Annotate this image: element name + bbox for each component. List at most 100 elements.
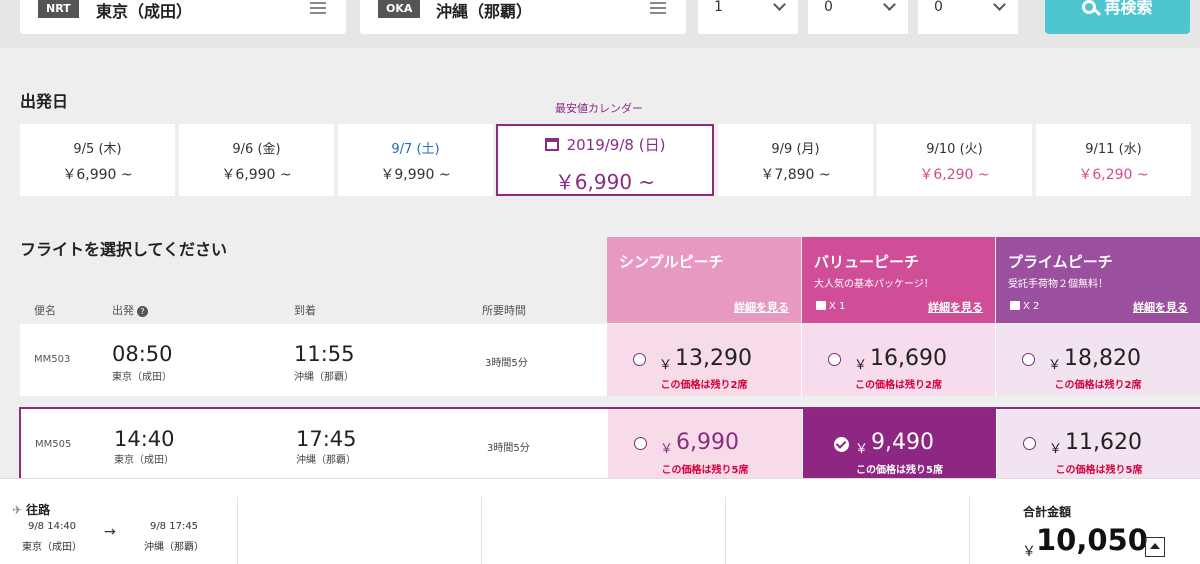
lowest-fare-calendar-link[interactable]: 最安値カレンダー <box>555 100 643 116</box>
price-amount: 9,490 <box>871 430 934 455</box>
flight-select-title: フライトを選択してください <box>20 240 228 259</box>
date-card-9-11[interactable]: 9/11 (水) ￥6,290 ~ <box>1036 124 1191 196</box>
bag-count: X 1 <box>829 301 846 312</box>
price-currency: ￥ <box>659 358 673 373</box>
booking-summary-bar: ✈ 往路 9/8 14:40 東京（成田） → 9/8 17:45 沖縄（那覇） … <box>0 478 1200 564</box>
price-amount: 13,290 <box>675 346 752 371</box>
origin-selector[interactable]: NRT 東京（成田） <box>20 0 346 34</box>
seats-remaining: この価格は残り2席 <box>855 380 942 391</box>
flight-row-selected: MM505 14:40 東京（成田） 17:45 沖縄（那覇） 3時間5分 ￥ … <box>19 407 1200 487</box>
price-currency: ￥ <box>660 442 674 457</box>
luggage-icon <box>1010 301 1020 310</box>
bag-count: X 2 <box>1023 301 1040 312</box>
summary-slot <box>238 497 482 564</box>
seats-remaining: この価格は残り2席 <box>1054 380 1142 391</box>
re-search-label: 再検索 <box>1104 0 1153 17</box>
destination-code: OKA <box>378 0 421 18</box>
seats-remaining: この価格は残り5席 <box>1055 465 1143 476</box>
flight-duration: 3時間5分 <box>485 358 528 369</box>
list-icon[interactable] <box>310 2 326 14</box>
fare-subtitle: 大人気の基本パッケージ！ <box>814 279 934 290</box>
date-label: 9/9 (月) <box>771 142 820 157</box>
flight-duration: 3時間5分 <box>487 443 530 454</box>
departure-time: 14:40 <box>114 427 175 451</box>
col-departure-label: 出発 <box>112 304 134 317</box>
search-bar: NRT 東京（成田） OKA 沖縄（那覇） 1 0 0 再検索 <box>0 0 1200 48</box>
child-count-select[interactable]: 0 <box>808 0 908 34</box>
fare-radio[interactable] <box>1022 353 1035 366</box>
summary-departure: 9/8 14:40 東京（成田） <box>20 521 84 553</box>
arrival-time: 17:45 <box>296 427 357 451</box>
date-price: ￥6,990 ~ <box>62 167 133 183</box>
summary-arr-airport: 沖縄（那覇） <box>144 542 204 553</box>
price-currency: ￥ <box>1048 358 1062 373</box>
fare-subtitle: 受託手荷物２個無料！ <box>1008 279 1108 290</box>
chevron-down-icon <box>993 0 1006 11</box>
outbound-label: ✈ 往路 <box>12 501 50 518</box>
date-price: ￥6,990 ~ <box>221 167 292 183</box>
date-card-9-5[interactable]: 9/5 (木) ￥6,990 ~ <box>20 124 175 196</box>
arrival-airport: 沖縄（那覇） <box>296 455 356 466</box>
total-amount: 10,050 <box>1036 523 1148 557</box>
fare-header-simple: シンプルピーチ 詳細を見る <box>607 237 801 323</box>
seats-remaining: この価格は残り5席 <box>661 465 749 476</box>
fare-detail-link[interactable]: 詳細を見る <box>1133 299 1188 315</box>
fare-header-prime: プライムピーチ 受託手荷物２個無料！ X 2 詳細を見る <box>996 237 1200 323</box>
date-card-9-7[interactable]: 9/7 (土) ￥9,990 ~ <box>338 124 493 196</box>
date-price: ￥9,990 ~ <box>380 167 451 183</box>
adult-count-value: 1 <box>714 0 723 15</box>
fare-radio[interactable] <box>1023 437 1036 450</box>
fare-name: シンプルピーチ <box>619 253 724 271</box>
fare-option-value-selected[interactable]: ￥ 9,490 この価格は残り5席 <box>803 409 996 487</box>
departure-title: 出発日 <box>20 92 69 111</box>
date-label: 2019/9/8 (日) <box>566 136 666 154</box>
summary-slot <box>482 497 726 564</box>
summary-dep-airport: 東京（成田） <box>22 542 82 553</box>
date-price: ￥7,890 ~ <box>760 167 831 183</box>
col-departure: 出発? <box>112 302 148 318</box>
col-flight-no: 便名 <box>34 304 56 317</box>
date-label: 9/7 (土) <box>391 142 440 157</box>
departure-time: 08:50 <box>112 342 173 366</box>
price-amount: 16,690 <box>870 346 947 371</box>
origin-city: 東京（成田） <box>96 2 193 21</box>
summary-arr-time: 9/8 17:45 <box>149 521 199 532</box>
date-card-selected[interactable]: 2019/9/8 (日) ￥6,990 ~ <box>496 124 714 196</box>
child-count-value: 0 <box>824 0 833 15</box>
luggage-icon <box>816 301 826 310</box>
fare-option-simple[interactable]: ￥ 6,990 この価格は残り5席 <box>608 409 802 487</box>
plane-icon: ✈ <box>12 503 23 517</box>
summary-arrival: 9/8 17:45 沖縄（那覇） <box>142 521 206 553</box>
departure-airport: 東京（成田） <box>114 455 174 466</box>
fare-option-value[interactable]: ￥ 16,690 この価格は残り2席 <box>802 324 995 396</box>
infant-count-select[interactable]: 0 <box>918 0 1018 34</box>
arrival-airport: 沖縄（那覇） <box>294 372 354 383</box>
destination-selector[interactable]: OKA 沖縄（那覇） <box>360 0 686 34</box>
fare-radio[interactable] <box>633 353 646 366</box>
seats-remaining: この価格は残り5席 <box>856 465 943 476</box>
chevron-down-icon <box>773 0 786 11</box>
list-icon[interactable] <box>650 2 666 14</box>
arrow-right-icon: → <box>104 524 116 540</box>
fare-option-simple[interactable]: ￥ 13,290 この価格は残り2席 <box>607 324 801 396</box>
date-label: 9/6 (金) <box>232 142 281 157</box>
fare-detail-link[interactable]: 詳細を見る <box>734 299 789 315</box>
date-card-9-6[interactable]: 9/6 (金) ￥6,990 ~ <box>179 124 334 196</box>
re-search-button[interactable]: 再検索 <box>1045 0 1190 34</box>
date-price: ￥6,990 ~ <box>554 170 656 194</box>
destination-city: 沖縄（那覇） <box>436 2 533 21</box>
check-circle-icon[interactable] <box>834 437 849 452</box>
price-currency: ￥ <box>1049 442 1063 457</box>
fare-name: プライムピーチ <box>1008 253 1113 271</box>
date-card-9-10[interactable]: 9/10 (火) ￥6,290 ~ <box>877 124 1032 196</box>
fare-header-value: バリューピーチ 大人気の基本パッケージ！ X 1 詳細を見る <box>802 237 995 323</box>
fare-option-prime[interactable]: ￥ 18,820 この価格は残り2席 <box>996 324 1200 396</box>
adult-count-select[interactable]: 1 <box>698 0 798 34</box>
help-icon[interactable]: ? <box>137 306 148 317</box>
fare-option-prime[interactable]: ￥ 11,620 この価格は残り5席 <box>997 409 1200 487</box>
expand-summary-button[interactable] <box>1145 537 1165 557</box>
fare-radio[interactable] <box>828 353 841 366</box>
fare-radio[interactable] <box>634 437 647 450</box>
date-card-9-9[interactable]: 9/9 (月) ￥7,890 ~ <box>718 124 873 196</box>
fare-detail-link[interactable]: 詳細を見る <box>928 299 983 315</box>
